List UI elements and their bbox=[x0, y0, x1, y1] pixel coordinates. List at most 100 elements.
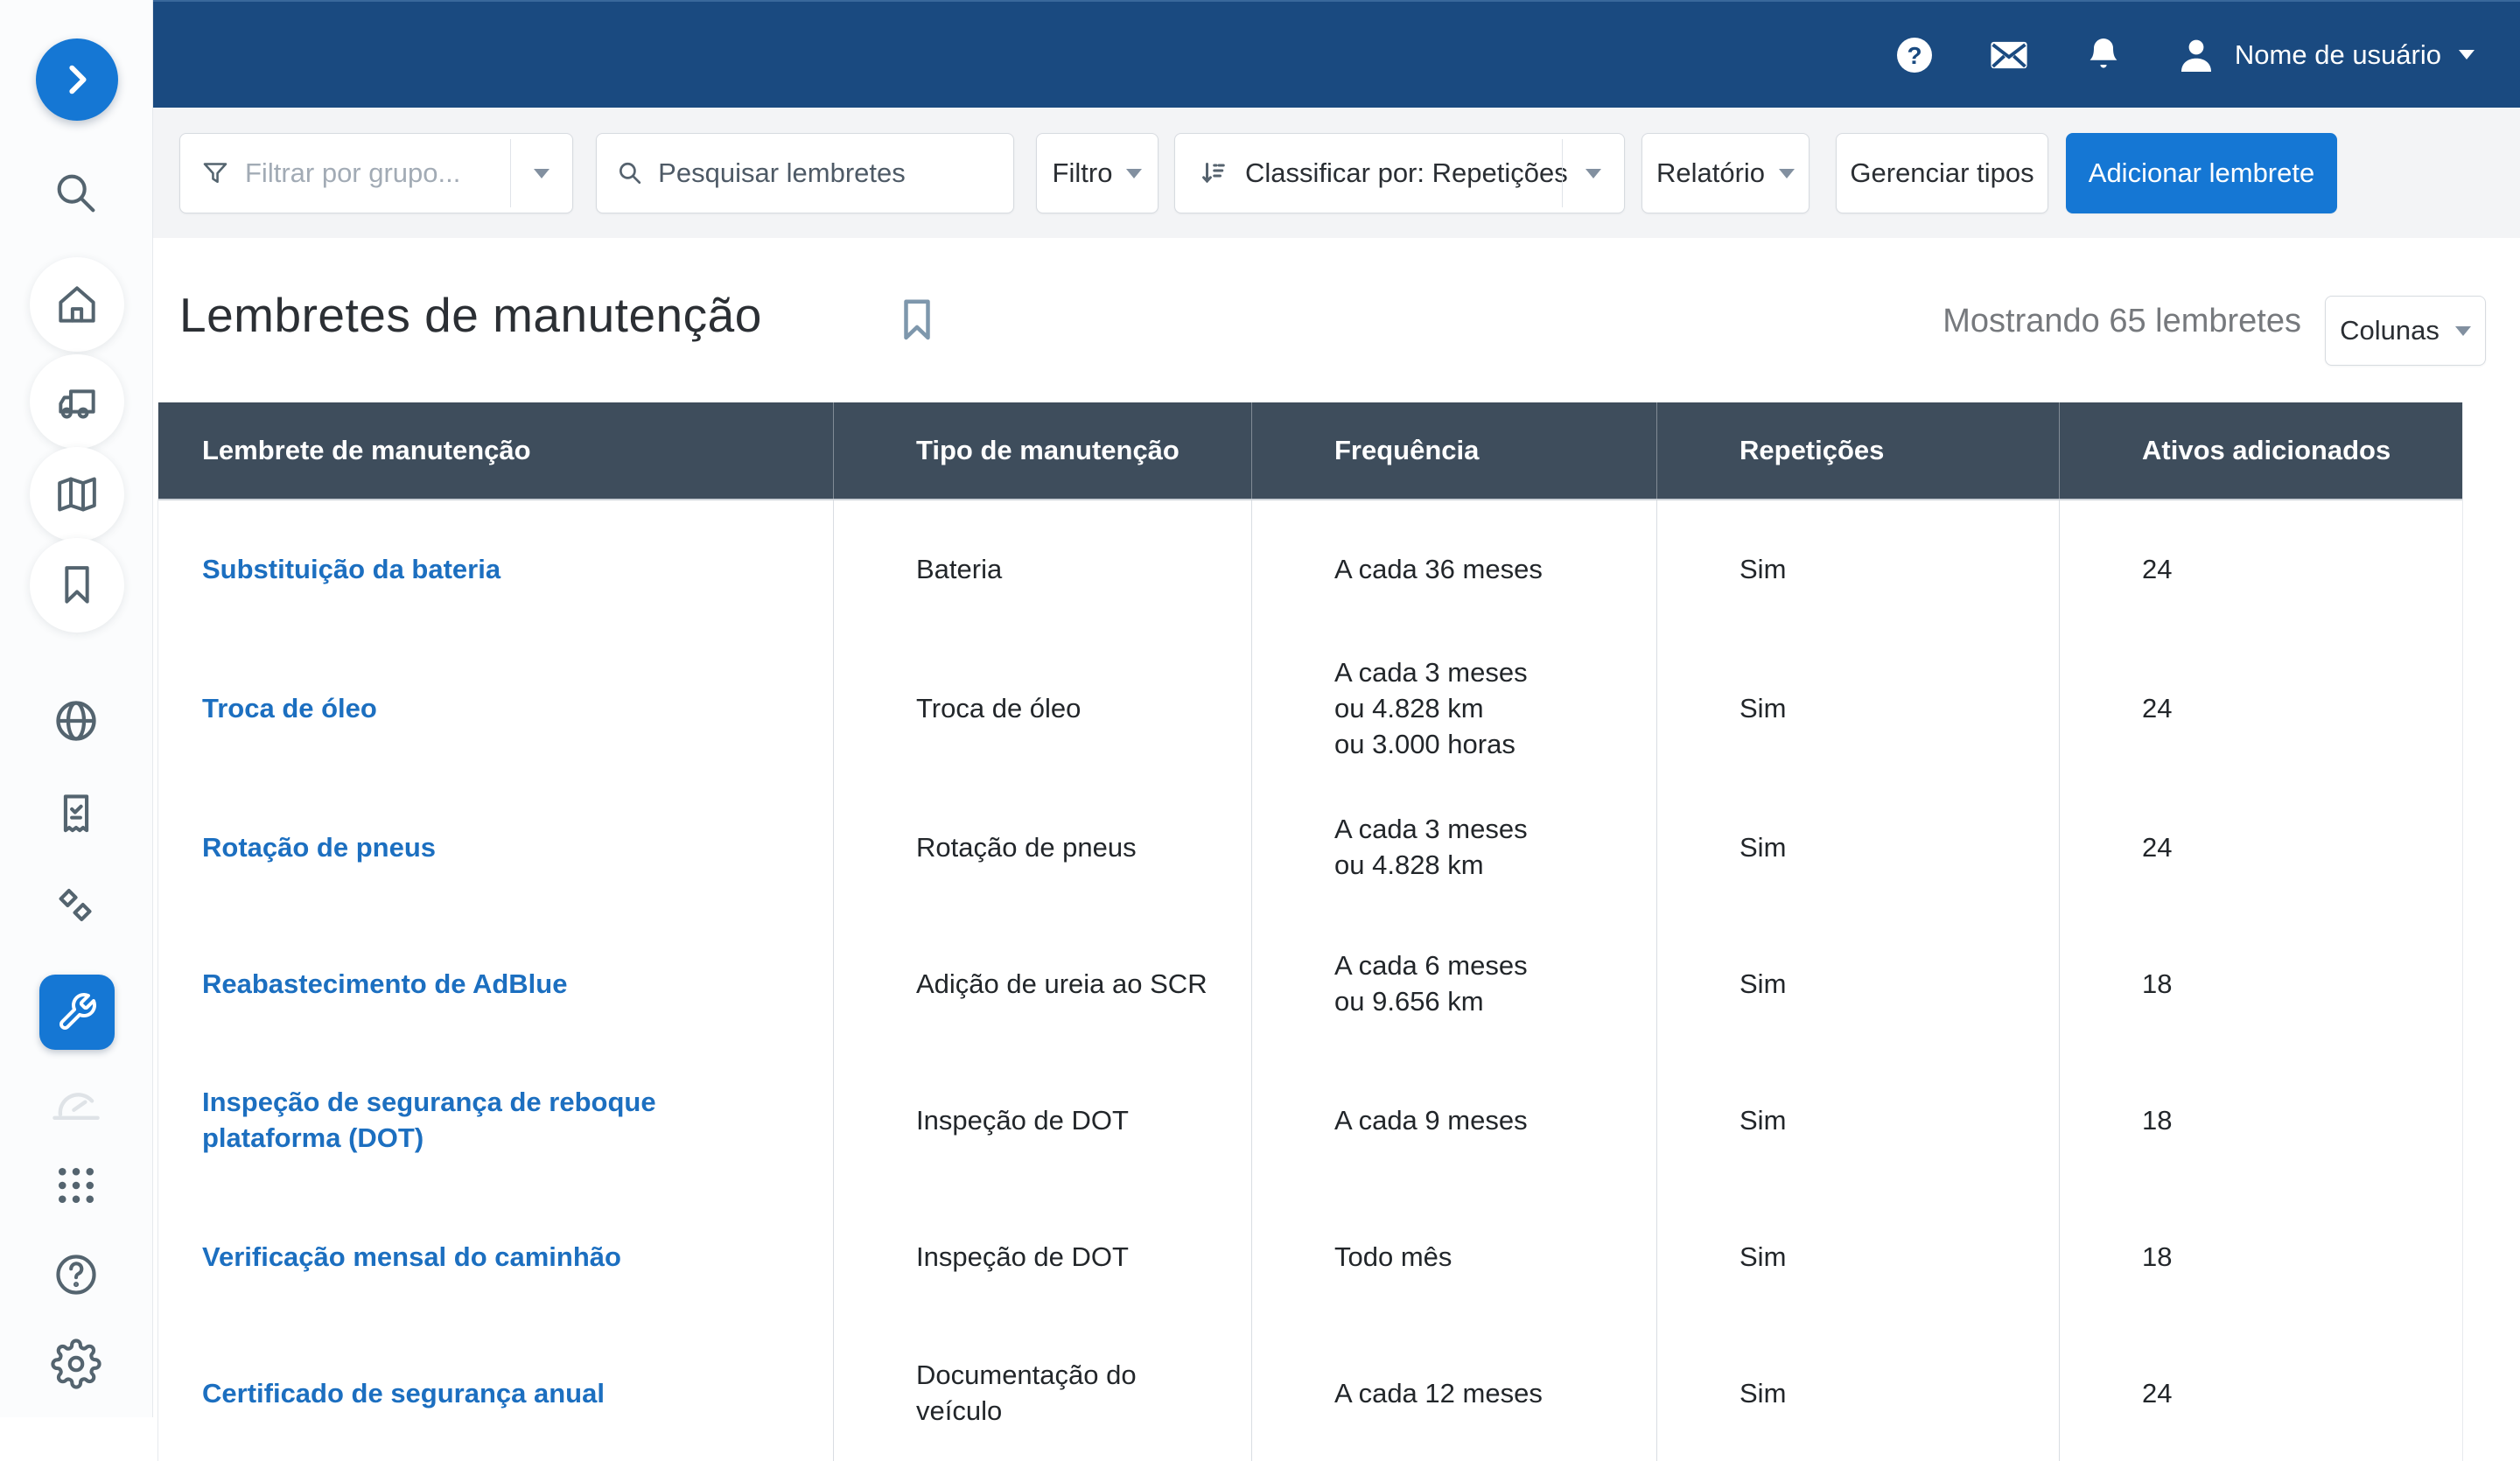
globe-icon bbox=[50, 695, 102, 747]
manage-types-button[interactable]: Gerenciar tipos bbox=[1836, 133, 2048, 213]
help-circle-icon[interactable]: ? bbox=[1894, 34, 1936, 76]
chevron-down-icon[interactable] bbox=[1586, 169, 1601, 178]
apps-grid-icon bbox=[52, 1162, 100, 1209]
frequency-cell: A cada 9 meses bbox=[1251, 1052, 1656, 1188]
sidebar-item-home[interactable] bbox=[30, 257, 124, 352]
report-button[interactable]: Relatório bbox=[1642, 133, 1810, 213]
user-menu[interactable]: Nome de usuário bbox=[2175, 34, 2474, 76]
sidebar-item-apps[interactable] bbox=[52, 1162, 100, 1209]
column-header[interactable]: Repetições bbox=[1656, 402, 2059, 499]
reminder-link[interactable]: Reabastecimento de AdBlue bbox=[202, 966, 567, 1002]
sidebar-item-help[interactable] bbox=[51, 1249, 102, 1300]
sidebar bbox=[0, 0, 153, 1417]
sort-by-label: Classificar por: Repetições bbox=[1245, 157, 1568, 189]
sidebar-expand-button[interactable] bbox=[36, 38, 118, 121]
table-header-row: Lembrete de manutenção Tipo de manutençã… bbox=[158, 402, 2462, 500]
repeats-cell: Sim bbox=[1656, 915, 2059, 1052]
maintenance-type-cell: Rotação de pneus bbox=[833, 779, 1251, 915]
settings-gear-icon bbox=[51, 1339, 102, 1389]
group-filter-input[interactable] bbox=[245, 157, 508, 189]
repeats-cell: Sim bbox=[1656, 1325, 2059, 1461]
username-label: Nome de usuário bbox=[2235, 39, 2441, 71]
sidebar-item-settings[interactable] bbox=[51, 1339, 102, 1389]
reminder-link[interactable]: Inspeção de segurança de reboque platafo… bbox=[202, 1084, 798, 1156]
chevron-down-icon bbox=[1779, 169, 1795, 178]
reminder-link[interactable]: Rotação de pneus bbox=[202, 829, 436, 865]
sidebar-item-fuel[interactable] bbox=[51, 880, 102, 931]
maintenance-type-cell: Adição de ureia ao SCR bbox=[833, 915, 1251, 1052]
sidebar-item-global[interactable] bbox=[50, 695, 102, 747]
reminder-count: Mostrando 65 lembretes bbox=[1942, 303, 2301, 340]
column-header[interactable]: Lembrete de manutenção bbox=[158, 402, 833, 499]
mail-icon[interactable] bbox=[1986, 32, 2032, 78]
frequency-cell: A cada 3 meses ou 4.828 km bbox=[1251, 779, 1656, 915]
add-reminder-label: Adicionar lembrete bbox=[2089, 157, 2314, 189]
frequency-cell: A cada 12 meses bbox=[1251, 1325, 1656, 1461]
search-icon bbox=[616, 157, 644, 189]
sidebar-item-fleet[interactable] bbox=[30, 354, 124, 449]
chevron-down-icon[interactable] bbox=[534, 169, 550, 178]
column-header[interactable]: Ativos adicionados bbox=[2059, 402, 2464, 499]
repeats-cell: Sim bbox=[1656, 779, 2059, 915]
receipt-check-icon bbox=[51, 789, 102, 840]
bookmark-icon bbox=[52, 561, 102, 610]
sidebar-item-bookmarks[interactable] bbox=[30, 538, 124, 633]
chevron-down-icon bbox=[1126, 169, 1142, 178]
maintenance-type-cell: Bateria bbox=[833, 500, 1251, 637]
columns-button-label: Colunas bbox=[2340, 315, 2440, 346]
gauge-icon bbox=[49, 1076, 103, 1130]
maintenance-reminders-table: Lembrete de manutenção Tipo de manutençã… bbox=[158, 402, 2463, 1461]
frequency-cell: Todo mês bbox=[1251, 1188, 1656, 1325]
table-row: Troca de óleo Troca de óleo A cada 3 mes… bbox=[158, 637, 2462, 779]
sidebar-item-map[interactable] bbox=[30, 447, 124, 542]
search-input[interactable] bbox=[658, 157, 1013, 189]
table-row: Verificação mensal do caminhão Inspeção … bbox=[158, 1188, 2462, 1325]
map-icon bbox=[52, 470, 102, 519]
column-header[interactable]: Tipo de manutenção bbox=[833, 402, 1251, 499]
sidebar-item-maintenance-active[interactable] bbox=[39, 975, 115, 1050]
table-row: Certificado de segurança anual Documenta… bbox=[158, 1325, 2462, 1461]
frequency-cell: A cada 3 meses ou 4.828 km ou 3.000 hora… bbox=[1251, 637, 1656, 779]
bell-icon[interactable] bbox=[2082, 34, 2124, 76]
filter-button-label: Filtro bbox=[1053, 157, 1113, 189]
chevron-right-icon bbox=[57, 59, 97, 100]
user-avatar-icon bbox=[2175, 34, 2217, 76]
search-icon bbox=[51, 168, 102, 219]
assets-cell: 24 bbox=[2059, 637, 2464, 779]
home-icon bbox=[52, 280, 102, 329]
add-reminder-button[interactable]: Adicionar lembrete bbox=[2066, 133, 2337, 213]
manage-types-label: Gerenciar tipos bbox=[1850, 157, 2034, 189]
sort-by-control[interactable]: Classificar por: Repetições bbox=[1174, 133, 1625, 213]
wrench-icon bbox=[56, 991, 98, 1033]
repeats-cell: Sim bbox=[1656, 500, 2059, 637]
columns-button[interactable]: Colunas bbox=[2325, 296, 2486, 366]
reminder-link[interactable]: Verificação mensal do caminhão bbox=[202, 1239, 621, 1275]
assets-cell: 24 bbox=[2059, 779, 2464, 915]
assets-cell: 18 bbox=[2059, 915, 2464, 1052]
divider bbox=[510, 139, 511, 207]
repeats-cell: Sim bbox=[1656, 1052, 2059, 1188]
sidebar-item-reports[interactable] bbox=[51, 789, 102, 840]
sidebar-item-dashboard-disabled bbox=[49, 1076, 103, 1130]
search-box[interactable] bbox=[596, 133, 1014, 213]
assets-cell: 18 bbox=[2059, 1052, 2464, 1188]
column-header[interactable]: Frequência bbox=[1251, 402, 1656, 499]
reminder-link[interactable]: Certificado de segurança anual bbox=[202, 1375, 605, 1411]
reminder-link[interactable]: Troca de óleo bbox=[202, 690, 377, 726]
group-filter-combobox[interactable] bbox=[179, 133, 573, 213]
sidebar-item-search[interactable] bbox=[51, 168, 102, 219]
repeats-cell: Sim bbox=[1656, 1188, 2059, 1325]
assets-cell: 24 bbox=[2059, 1325, 2464, 1461]
table-row: Rotação de pneus Rotação de pneus A cada… bbox=[158, 779, 2462, 915]
reminder-link[interactable]: Substituição da bateria bbox=[202, 551, 500, 587]
repeats-cell: Sim bbox=[1656, 637, 2059, 779]
filter-button[interactable]: Filtro bbox=[1036, 133, 1158, 213]
assets-cell: 18 bbox=[2059, 1188, 2464, 1325]
help-circle-icon bbox=[51, 1249, 102, 1300]
link-diagonal-icon bbox=[51, 880, 102, 931]
bookmark-page-button[interactable] bbox=[891, 294, 943, 351]
bookmark-outline-icon bbox=[891, 294, 943, 346]
table-row: Inspeção de segurança de reboque platafo… bbox=[158, 1052, 2462, 1188]
maintenance-type-cell: Inspeção de DOT bbox=[833, 1052, 1251, 1188]
page-title: Lembretes de manutenção bbox=[179, 287, 762, 343]
